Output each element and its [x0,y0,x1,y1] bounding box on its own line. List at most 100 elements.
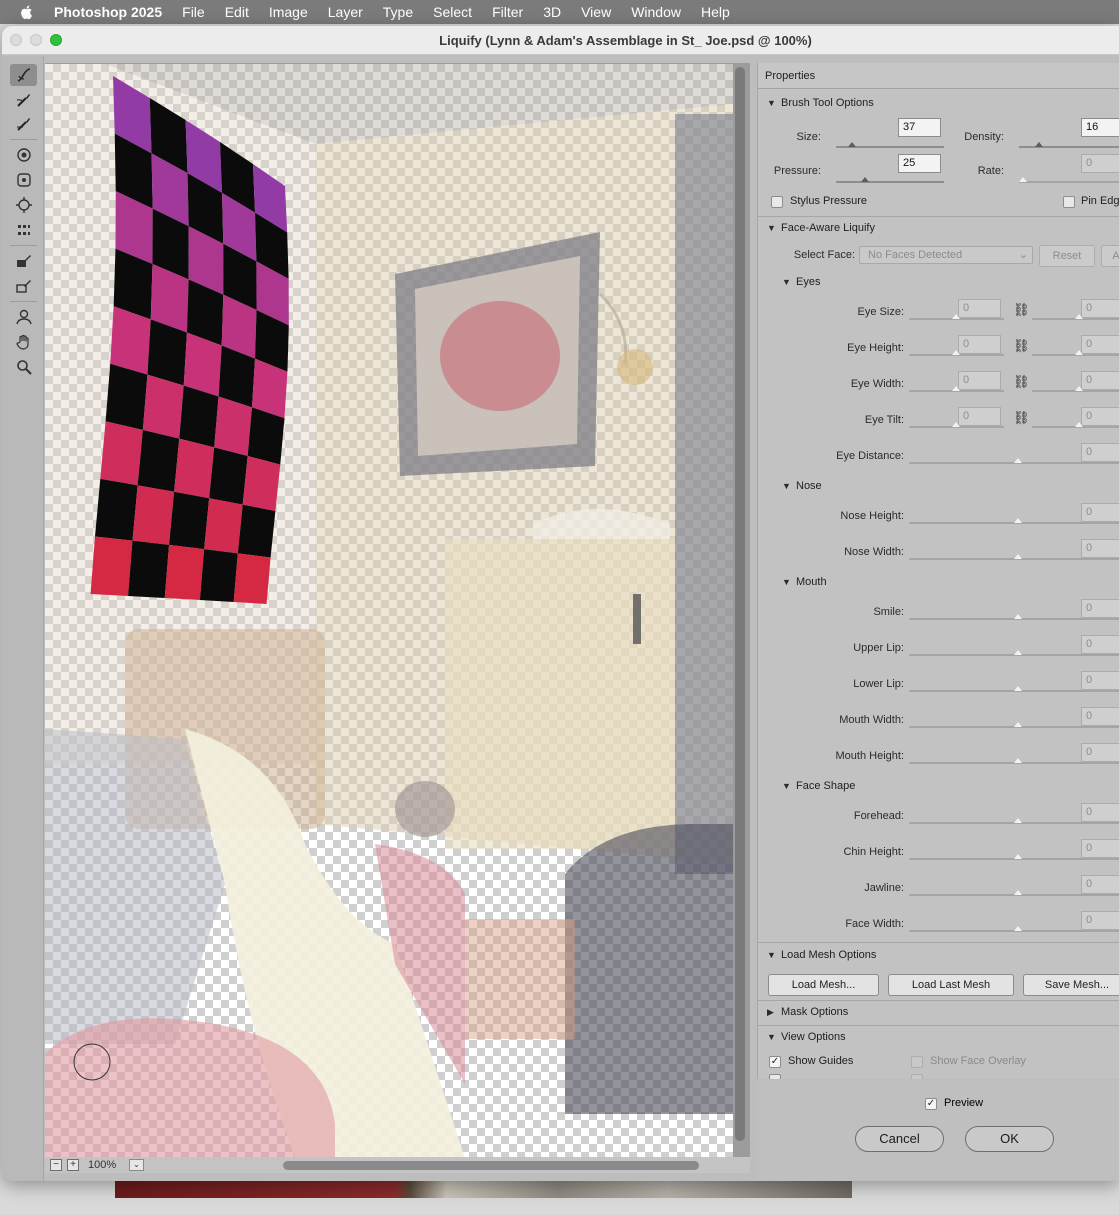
lower-lip-input[interactable]: 0 [1081,671,1119,690]
thaw-mask-tool-icon[interactable] [10,275,37,297]
menu-layer[interactable]: Layer [328,4,363,20]
upper-lip-input[interactable]: 0 [1081,635,1119,654]
link-icon[interactable]: ⛓ [1013,302,1030,318]
select-face-dropdown[interactable]: No Faces Detected ⌄ [859,246,1033,264]
menu-view[interactable]: View [581,4,611,20]
eye-size-left-input[interactable]: 0 [958,299,1001,318]
zoom-dropdown[interactable]: ⌄ [129,1159,144,1171]
nose-height-slider[interactable] [909,518,1119,524]
face-width-input[interactable]: 0 [1081,911,1119,930]
bloat-tool-icon[interactable] [10,194,37,216]
twirl-tool-icon[interactable] [10,144,37,166]
load-last-mesh-button[interactable]: Load Last Mesh [888,974,1014,996]
eye-size-right-slider-knob[interactable] [1075,314,1083,319]
nose-width-input[interactable]: 0 [1081,539,1119,558]
size-input[interactable]: 37 [898,118,941,137]
menu-3d[interactable]: 3D [543,4,561,20]
eye-tilt-right-input[interactable]: 0 [1081,407,1119,426]
forward-warp-tool-icon[interactable] [10,64,37,86]
smile-slider[interactable] [909,614,1119,620]
eye-width-right-slider-knob[interactable] [1075,386,1083,391]
view-options-toggle[interactable]: ▼ View Options [767,1031,846,1043]
link-icon[interactable]: ⛓ [1013,374,1030,390]
lower-lip-slider[interactable] [909,686,1119,692]
eye-width-right-slider[interactable] [1032,386,1119,392]
mouth-toggle[interactable]: ▼ Mouth [782,576,827,588]
face-shape-toggle[interactable]: ▼ Face Shape [782,780,855,792]
push-left-tool-icon[interactable] [10,219,37,241]
face-width-slider[interactable] [909,926,1119,932]
face-tool-icon[interactable] [10,306,37,328]
menu-select[interactable]: Select [433,4,472,20]
vertical-scrollbar[interactable] [735,67,745,1141]
freeze-mask-tool-icon[interactable] [10,250,37,272]
eye-width-left-slider[interactable] [909,386,1004,392]
eye-height-left-slider[interactable] [909,350,1004,356]
menu-edit[interactable]: Edit [225,4,249,20]
link-icon[interactable]: ⛓ [1013,410,1030,426]
load-mesh-button[interactable]: Load Mesh... [768,974,879,996]
menu-help[interactable]: Help [701,4,730,20]
menu-type[interactable]: Type [383,4,413,20]
eyes-toggle[interactable]: ▼ Eyes [782,276,820,288]
eye-tilt-right-slider[interactable] [1032,422,1119,428]
density-slider[interactable] [1019,142,1119,148]
brush-options-toggle[interactable]: ▼ Brush Tool Options [767,97,874,109]
jawline-slider[interactable] [909,890,1119,896]
menu-image[interactable]: Image [269,4,308,20]
nose-width-slider[interactable] [909,554,1119,560]
density-slider-knob[interactable] [1035,142,1043,147]
mouth-height-input[interactable]: 0 [1081,743,1119,762]
rate-slider-knob[interactable] [1019,177,1027,182]
zoom-in-button[interactable]: + [67,1159,79,1171]
mouth-height-slider[interactable] [909,758,1119,764]
smile-slider-knob[interactable] [1014,614,1022,619]
cancel-button[interactable]: Cancel [855,1126,944,1152]
eye-height-left-input[interactable]: 0 [958,335,1001,354]
mouth-height-slider-knob[interactable] [1014,758,1022,763]
pressure-slider-knob[interactable] [861,177,869,182]
eye-height-right-input[interactable]: 0 [1081,335,1119,354]
jawline-input[interactable]: 0 [1081,875,1119,894]
upper-lip-slider-knob[interactable] [1014,650,1022,655]
eye-width-right-input[interactable]: 0 [1081,371,1119,390]
forehead-input[interactable]: 0 [1081,803,1119,822]
menu-app[interactable]: Photoshop 2025 [54,4,162,20]
lower-lip-slider-knob[interactable] [1014,686,1022,691]
size-slider[interactable] [836,142,944,148]
smile-input[interactable]: 0 [1081,599,1119,618]
face-aware-toggle[interactable]: ▼ Face-Aware Liquify [767,222,875,234]
nose-height-slider-knob[interactable] [1014,518,1022,523]
link-icon[interactable]: ⛓ [1013,338,1030,354]
show-face-overlay-checkbox[interactable] [911,1056,923,1068]
eye-distance-input[interactable]: 0 [1081,443,1119,462]
eye-tilt-left-input[interactable]: 0 [958,407,1001,426]
ok-button[interactable]: OK [965,1126,1054,1152]
nose-height-input[interactable]: 0 [1081,503,1119,522]
menu-filter[interactable]: Filter [492,4,523,20]
apple-icon[interactable] [19,4,35,20]
face-width-slider-knob[interactable] [1014,926,1022,931]
jawline-slider-knob[interactable] [1014,890,1022,895]
pin-edges-checkbox[interactable] [1063,196,1075,208]
reset-button[interactable]: Reset [1039,245,1095,267]
save-mesh-button[interactable]: Save Mesh... [1023,974,1119,996]
show-guides-checkbox[interactable]: ✓ [769,1056,781,1068]
view-option-checkbox[interactable] [769,1074,781,1079]
mouth-width-input[interactable]: 0 [1081,707,1119,726]
smooth-tool-icon[interactable] [10,113,37,135]
horizontal-scrollbar[interactable] [283,1161,699,1170]
eye-tilt-left-slider-knob[interactable] [952,422,960,427]
eye-size-left-slider[interactable] [909,314,1004,320]
rate-input[interactable]: 0 [1081,154,1119,173]
eye-width-left-input[interactable]: 0 [958,371,1001,390]
upper-lip-slider[interactable] [909,650,1119,656]
eye-tilt-right-slider-knob[interactable] [1075,422,1083,427]
forehead-slider-knob[interactable] [1014,818,1022,823]
eye-size-right-slider[interactable] [1032,314,1119,320]
eye-distance-slider[interactable] [909,458,1119,464]
eye-distance-slider-knob[interactable] [1014,458,1022,463]
eye-width-left-slider-knob[interactable] [952,386,960,391]
chin-height-input[interactable]: 0 [1081,839,1119,858]
size-slider-knob[interactable] [848,142,856,147]
